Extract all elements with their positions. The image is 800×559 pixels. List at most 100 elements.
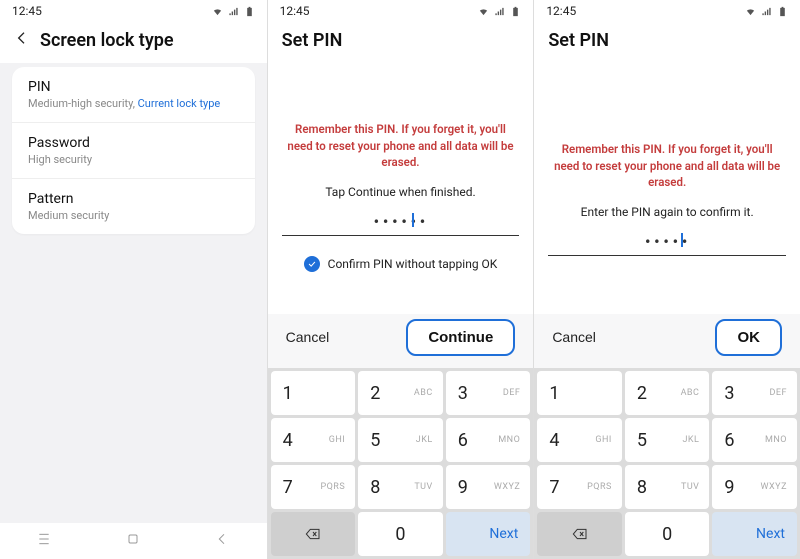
keypad-backspace[interactable]: [271, 512, 356, 556]
pin-input-wrap[interactable]: •••••: [548, 231, 786, 256]
continue-button[interactable]: Continue: [406, 319, 515, 356]
keypad-key-5[interactable]: 5JKL: [625, 418, 710, 462]
lock-option-title: Password: [28, 135, 239, 151]
key-letters: TUV: [681, 482, 699, 492]
keypad-next[interactable]: Next: [712, 512, 797, 556]
status-bar: 12:45: [0, 0, 267, 20]
checkmark-icon: [304, 256, 320, 272]
battery-icon: [244, 6, 255, 17]
status-bar: 12:45: [534, 0, 800, 20]
numeric-keypad: 12ABC3DEF 4GHI5JKL6MNO 7PQRS8TUV9WXYZ0Next: [534, 368, 800, 559]
key-letters: JKL: [682, 435, 699, 445]
cancel-button[interactable]: Cancel: [286, 329, 330, 345]
battery-icon: [510, 6, 521, 17]
nav-back-icon[interactable]: [214, 531, 230, 551]
signal-icon: [494, 6, 505, 17]
keypad-key-9[interactable]: 9WXYZ: [446, 465, 531, 509]
key-letters: WXYZ: [494, 482, 520, 492]
status-icons: [209, 6, 255, 17]
wifi-icon: [212, 6, 223, 17]
key-letters: DEF: [769, 388, 787, 398]
pin-input-wrap[interactable]: ••••••: [282, 211, 520, 236]
nav-home-icon[interactable]: [125, 531, 141, 551]
keypad-key-3[interactable]: 3DEF: [446, 371, 531, 415]
ok-button[interactable]: OK: [715, 319, 782, 356]
lock-option-pin[interactable]: PIN Medium-high security, Current lock t…: [12, 67, 255, 122]
header: Screen lock type: [0, 20, 267, 63]
key-letters: MNO: [498, 435, 520, 445]
system-navbar: [0, 523, 267, 559]
confirm-without-ok-row[interactable]: Confirm PIN without tapping OK: [282, 256, 520, 272]
key-letters: WXYZ: [761, 482, 787, 492]
keypad-key-5[interactable]: 5JKL: [358, 418, 443, 462]
status-bar: 12:45: [268, 0, 534, 20]
status-time: 12:45: [280, 4, 310, 18]
keypad-key-0[interactable]: 0: [358, 512, 443, 556]
keypad-key-6[interactable]: 6MNO: [446, 418, 531, 462]
pin-warning: Remember this PIN. If you forget it, you…: [548, 141, 786, 191]
wifi-icon: [478, 6, 489, 17]
keypad-key-9[interactable]: 9WXYZ: [712, 465, 797, 509]
key-letters: ABC: [681, 388, 700, 398]
key-letters: PQRS: [320, 482, 345, 492]
signal-icon: [761, 6, 772, 17]
keypad-key-4[interactable]: 4GHI: [537, 418, 622, 462]
page-title: Set PIN: [548, 30, 609, 51]
lock-option-sub: Medium-high security, Current lock type: [28, 97, 239, 110]
lock-option-sub: High security: [28, 153, 239, 166]
key-letters: MNO: [765, 435, 787, 445]
back-button[interactable]: [14, 30, 30, 51]
battery-icon: [777, 6, 788, 17]
keypad-key-2[interactable]: 2ABC: [358, 371, 443, 415]
status-time: 12:45: [12, 4, 42, 18]
cancel-button[interactable]: Cancel: [552, 329, 596, 345]
keypad-key-1[interactable]: 1: [537, 371, 622, 415]
status-time: 12:45: [546, 4, 576, 18]
action-row: Cancel Continue: [268, 314, 534, 368]
signal-icon: [228, 6, 239, 17]
keypad-key-7[interactable]: 7PQRS: [271, 465, 356, 509]
key-letters: GHI: [595, 435, 612, 445]
key-letters: GHI: [329, 435, 346, 445]
pin-instruction: Tap Continue when finished.: [282, 185, 520, 199]
keypad-key-2[interactable]: 2ABC: [625, 371, 710, 415]
page-title: Set PIN: [282, 30, 343, 51]
backspace-icon: [302, 526, 324, 542]
key-letters: PQRS: [587, 482, 612, 492]
lock-option-sub: Medium security: [28, 209, 239, 222]
keypad-backspace[interactable]: [537, 512, 622, 556]
keypad-key-8[interactable]: 8TUV: [625, 465, 710, 509]
numeric-keypad: 12ABC3DEF 4GHI5JKL6MNO 7PQRS8TUV9WXYZ0Next: [268, 368, 534, 559]
pin-input[interactable]: ••••••: [282, 211, 520, 236]
nav-recent-icon[interactable]: [36, 531, 52, 551]
text-cursor: [412, 213, 414, 227]
lock-option-title: PIN: [28, 79, 239, 95]
lock-type-list: PIN Medium-high security, Current lock t…: [12, 67, 255, 234]
header: Set PIN: [268, 20, 534, 63]
key-letters: JKL: [416, 435, 433, 445]
pin-warning: Remember this PIN. If you forget it, you…: [282, 121, 520, 171]
pin-input[interactable]: •••••: [548, 231, 786, 256]
keypad-key-4[interactable]: 4GHI: [271, 418, 356, 462]
confirm-without-ok-label: Confirm PIN without tapping OK: [328, 257, 498, 271]
keypad-next[interactable]: Next: [446, 512, 531, 556]
key-letters: TUV: [414, 482, 432, 492]
lock-option-pattern[interactable]: Pattern Medium security: [12, 178, 255, 234]
keypad-key-0[interactable]: 0: [625, 512, 710, 556]
page-title: Screen lock type: [40, 30, 174, 51]
pin-instruction: Enter the PIN again to confirm it.: [548, 205, 786, 219]
key-letters: ABC: [414, 388, 433, 398]
key-letters: DEF: [503, 388, 521, 398]
header: Set PIN: [534, 20, 800, 63]
action-row: Cancel OK: [534, 314, 800, 368]
text-cursor: [681, 233, 683, 247]
keypad-key-6[interactable]: 6MNO: [712, 418, 797, 462]
lock-option-title: Pattern: [28, 191, 239, 207]
lock-option-password[interactable]: Password High security: [12, 122, 255, 178]
keypad-key-1[interactable]: 1: [271, 371, 356, 415]
keypad-key-7[interactable]: 7PQRS: [537, 465, 622, 509]
keypad-key-3[interactable]: 3DEF: [712, 371, 797, 415]
status-icons: [742, 6, 788, 17]
backspace-icon: [569, 526, 591, 542]
keypad-key-8[interactable]: 8TUV: [358, 465, 443, 509]
